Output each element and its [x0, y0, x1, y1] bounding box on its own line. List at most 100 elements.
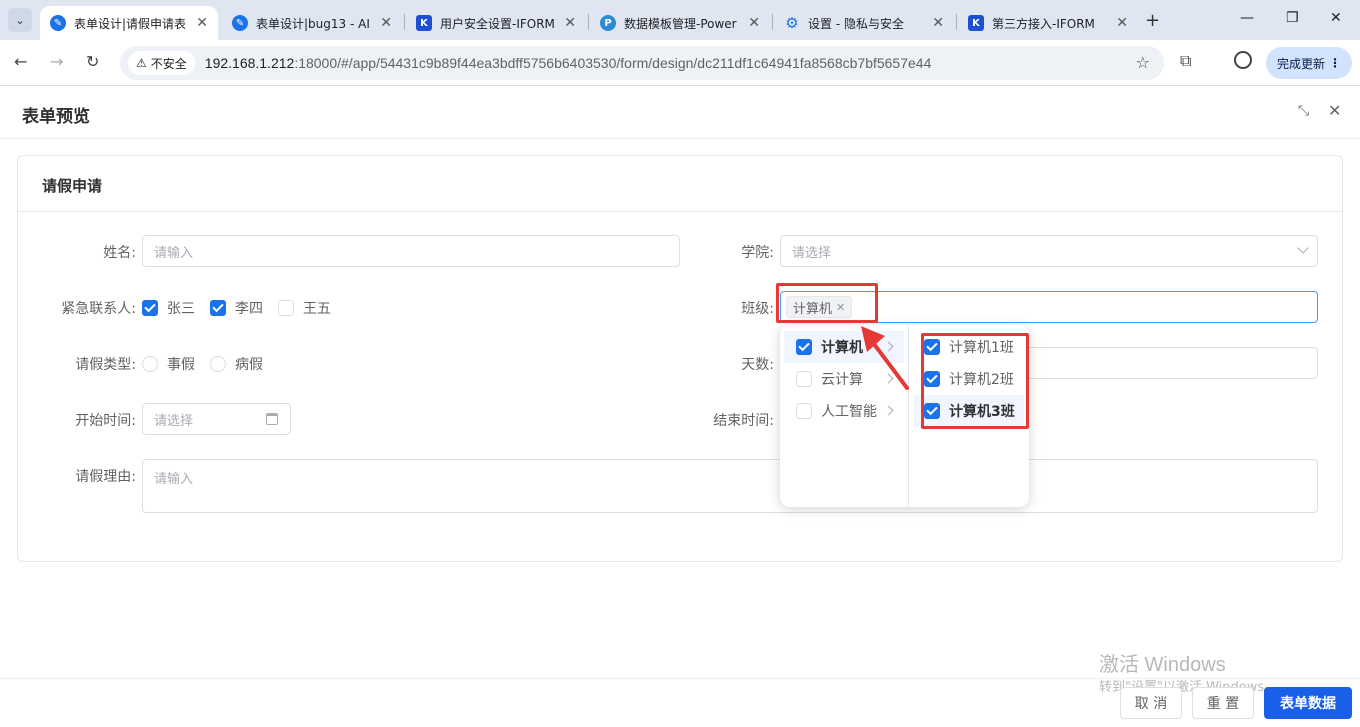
start-time-picker[interactable]: 请选择: [142, 403, 291, 435]
college-select[interactable]: 请选择: [780, 235, 1318, 267]
close-icon[interactable]: ✕: [564, 15, 576, 31]
college-placeholder: 请选择: [792, 245, 832, 261]
close-icon[interactable]: ✕: [1328, 101, 1341, 120]
tab-separator: [404, 14, 405, 30]
name-input[interactable]: 请输入: [142, 235, 680, 267]
gear-icon: ⚙: [785, 14, 799, 32]
tab-4[interactable]: P 数据模板管理-Power ✕: [590, 6, 770, 40]
days-label: 天数:: [741, 357, 774, 373]
checkbox-unchecked: [796, 403, 812, 419]
more-icon: ⋮: [1329, 56, 1341, 70]
bookmark-star-icon[interactable]: ☆: [1136, 53, 1150, 72]
browser-toolbar: ← → ↻ ⚠ 不安全 192.168.1.212:18000/#/app/54…: [0, 40, 1360, 86]
checkbox-unchecked: [278, 300, 294, 316]
leave-type-option: 事假: [167, 357, 195, 373]
ak-icon: K: [416, 15, 432, 31]
reset-label: 重 置: [1206, 696, 1240, 712]
feather-icon: ✎: [50, 15, 66, 31]
start-time-label: 开始时间:: [75, 413, 136, 429]
reason-textarea[interactable]: 请输入: [142, 459, 1318, 513]
dialog-header: 表单预览 ⤡ ✕: [0, 87, 1360, 139]
tab-1[interactable]: ✎ 表单设计|请假申请表 ✕: [40, 6, 218, 40]
contact-checkbox-2[interactable]: 李四: [210, 298, 263, 318]
tab-3[interactable]: K 用户安全设置-IFORM ✕: [406, 6, 586, 40]
checkbox-checked: [796, 339, 812, 355]
tab-separator: [772, 14, 773, 30]
tab-search-icon[interactable]: ⌄: [8, 8, 32, 32]
power-icon: P: [600, 15, 616, 31]
college-label: 学院:: [741, 245, 774, 261]
reset-button[interactable]: 重 置: [1192, 687, 1254, 719]
cancel-button[interactable]: 取 消: [1120, 687, 1182, 719]
restore-icon[interactable]: ❐: [1286, 10, 1299, 26]
tab-5[interactable]: ⚙ 设置 - 隐私与安全 ✕: [774, 6, 954, 40]
ak-icon: K: [968, 15, 984, 31]
calendar-icon: [266, 413, 278, 425]
name-placeholder: 请输入: [154, 245, 194, 261]
close-icon[interactable]: ✕: [196, 15, 208, 31]
collapse-icon[interactable]: ⤡: [1298, 103, 1309, 119]
contact-label: 紧急联系人:: [61, 301, 136, 317]
reason-label: 请假理由:: [75, 469, 136, 485]
extensions-icon[interactable]: ⧉: [1180, 51, 1191, 71]
checkbox-unchecked: [796, 371, 812, 387]
leave-type-option: 病假: [235, 357, 263, 373]
url-path: :18000/#/app/54431c9b89f44ea3bdff5756b64…: [294, 55, 932, 71]
tab-title: 数据模板管理-Power: [624, 16, 737, 31]
activation-watermark: 激活 Windows: [1099, 654, 1226, 676]
security-label: 不安全: [150, 56, 187, 71]
update-label: 完成更新: [1276, 56, 1325, 71]
option-label: 人工智能: [821, 404, 877, 420]
security-chip[interactable]: ⚠ 不安全: [128, 51, 195, 75]
radio-unchecked: [210, 356, 226, 372]
radio-unchecked: [142, 356, 158, 372]
chevron-down-icon: [1297, 242, 1309, 254]
end-time-label: 结束时间:: [713, 413, 774, 429]
contact-name: 李四: [235, 301, 263, 317]
url-text: 192.168.1.212:18000/#/app/54431c9b89f44e…: [205, 55, 932, 71]
annotation-arrow-icon: [861, 326, 909, 390]
cascader-option-ai[interactable]: 人工智能: [784, 395, 904, 427]
tab-6[interactable]: K 第三方接入-IFORM ✕: [958, 6, 1138, 40]
tab-separator: [956, 14, 957, 30]
contact-name: 张三: [167, 301, 195, 317]
chevron-right-icon: [883, 405, 894, 416]
contact-checkbox-3[interactable]: 王五: [278, 298, 331, 318]
close-icon[interactable]: ✕: [932, 15, 944, 31]
checkbox-checked: [142, 300, 158, 316]
form-data-button[interactable]: 表单数据: [1264, 687, 1352, 719]
highlight-box-options: [921, 333, 1029, 429]
tab-title: 设置 - 隐私与安全: [808, 16, 904, 31]
tab-2[interactable]: ✎ 表单设计|bug13 - AI ✕: [222, 6, 402, 40]
leave-type-radio-1[interactable]: 事假: [142, 354, 195, 374]
warning-icon: ⚠: [136, 56, 147, 70]
back-icon[interactable]: ←: [14, 52, 27, 71]
address-bar[interactable]: ⚠ 不安全 192.168.1.212:18000/#/app/54431c9b…: [120, 46, 1164, 80]
start-time-placeholder: 请选择: [154, 413, 194, 429]
cancel-label: 取 消: [1134, 696, 1168, 712]
new-tab-icon[interactable]: +: [1145, 10, 1160, 31]
tab-title: 表单设计|请假申请表: [74, 16, 187, 31]
leave-type-label: 请假类型:: [75, 357, 136, 373]
minimize-icon[interactable]: —: [1240, 10, 1254, 26]
tab-title: 用户安全设置-IFORM: [440, 16, 555, 31]
contact-checkbox-1[interactable]: 张三: [142, 298, 195, 318]
browser-tabstrip: ⌄ ✎ 表单设计|请假申请表 ✕ ✎ 表单设计|bug13 - AI ✕ K 用…: [0, 0, 1360, 40]
leave-type-radio-2[interactable]: 病假: [210, 354, 263, 374]
feather-icon: ✎: [232, 15, 248, 31]
form-title: 请假申请: [18, 156, 1342, 212]
submit-label: 表单数据: [1280, 696, 1336, 712]
close-icon[interactable]: ✕: [380, 15, 392, 31]
tab-separator: [588, 14, 589, 30]
reload-icon[interactable]: ↻: [86, 52, 99, 71]
tab-title: 第三方接入-IFORM: [992, 16, 1095, 31]
name-label: 姓名:: [103, 245, 136, 261]
class-label: 班级:: [741, 301, 774, 317]
tab-title: 表单设计|bug13 - AI: [256, 16, 370, 31]
close-icon[interactable]: ✕: [1116, 15, 1128, 31]
window-close-icon[interactable]: ✕: [1330, 10, 1342, 26]
close-icon[interactable]: ✕: [748, 15, 760, 31]
forward-icon[interactable]: →: [50, 52, 63, 71]
update-button[interactable]: 完成更新 ⋮: [1266, 47, 1352, 79]
profile-icon[interactable]: [1234, 51, 1252, 69]
